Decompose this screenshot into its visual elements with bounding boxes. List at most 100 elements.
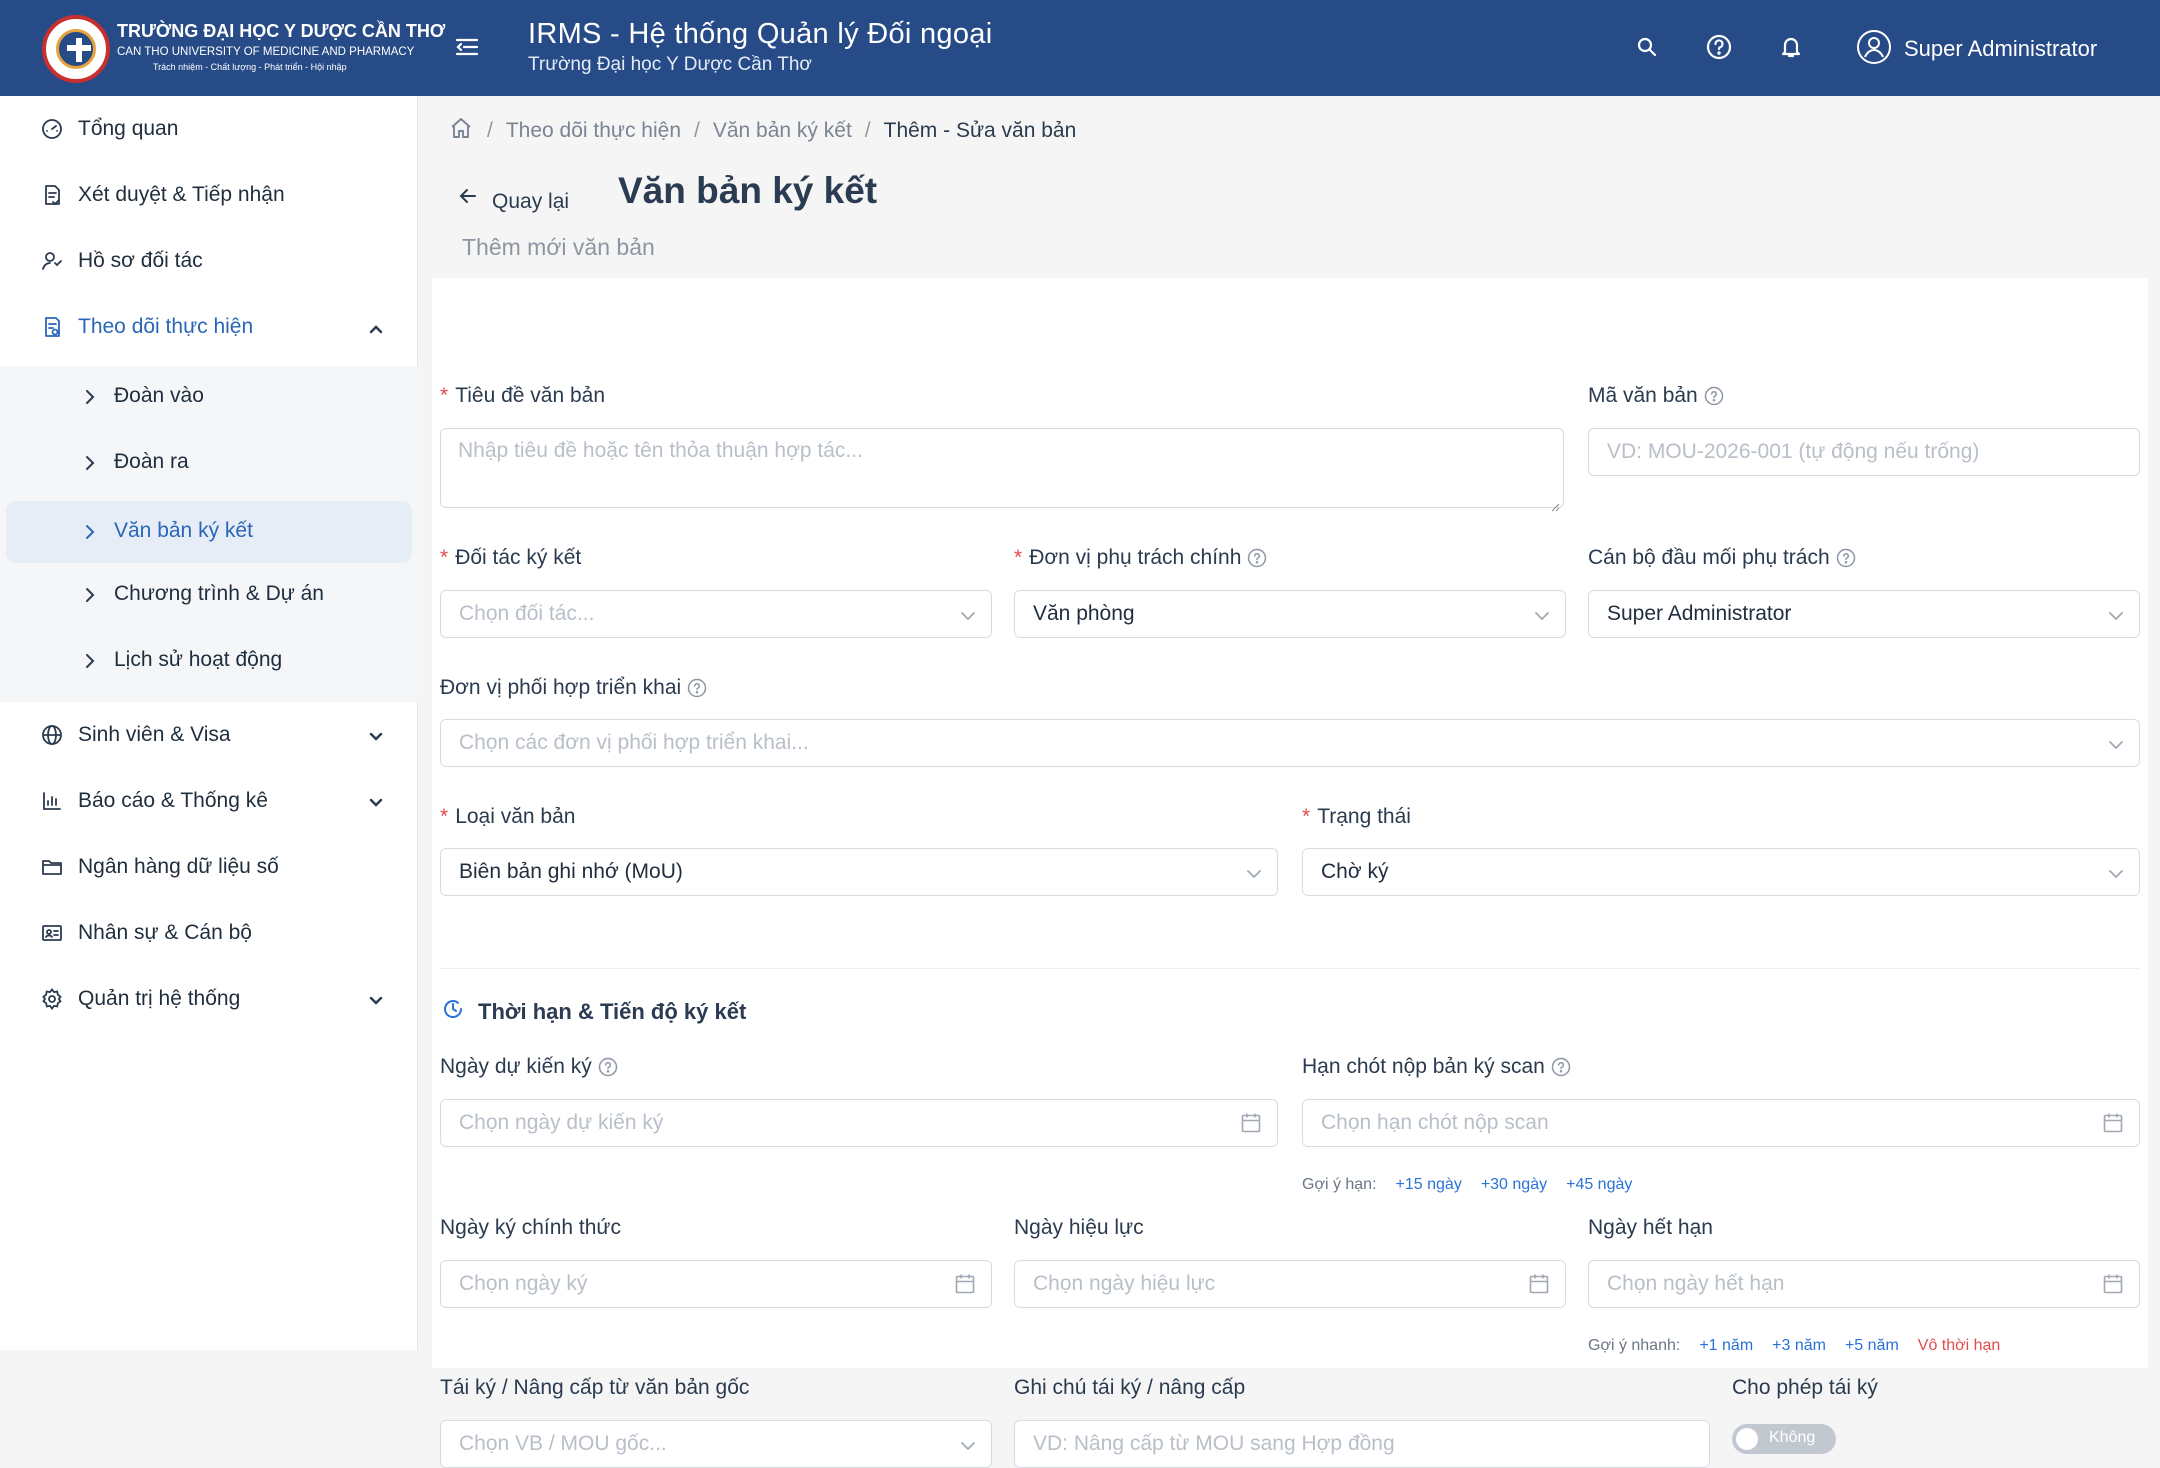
sidebar-subitem-programs[interactable]: Chương trình & Dự án — [6, 564, 412, 626]
chevron-down-icon — [2107, 735, 2125, 751]
hint-chip[interactable]: +30 ngày — [1481, 1176, 1547, 1194]
toggle-label: Không — [1769, 1429, 1816, 1446]
expected-date-label: Ngày dự kiến ký — [440, 1055, 618, 1079]
sign-date-label: Ngày ký chính thức — [440, 1216, 621, 1240]
expected-date-picker[interactable]: Chọn ngày dự kiến ký — [440, 1099, 1278, 1147]
partner-select[interactable]: Chọn đối tác... — [440, 590, 992, 638]
expiry-date-picker[interactable]: Chọn ngày hết hạn — [1588, 1260, 2140, 1308]
doc-type-label: * Loại văn bản — [440, 805, 575, 829]
sidebar-item-review[interactable]: Xét duyệt & Tiếp nhận — [0, 162, 418, 228]
chevron-down-icon — [959, 1436, 977, 1452]
calendar-icon — [1529, 1273, 1549, 1295]
renew-from-label: Tái ký / Nâng cấp từ văn bản gốc — [440, 1376, 749, 1400]
back-button[interactable]: Quay lại — [456, 184, 569, 214]
scan-deadline-hints: Gợi ý hạn: +15 ngày +30 ngày +45 ngày — [1302, 1176, 1632, 1194]
scan-deadline-label-text: Hạn chót nộp bản ký scan — [1302, 1055, 1545, 1078]
hint-chip[interactable]: +1 năm — [1699, 1337, 1753, 1355]
search-icon[interactable] — [1632, 32, 1662, 62]
sidebar-item-label: Theo dõi thực hiện — [78, 315, 254, 338]
breadcrumb-item[interactable]: Văn bản ký kết — [713, 119, 852, 143]
effective-date-placeholder: Chọn ngày hiệu lực — [1033, 1272, 1216, 1295]
sidebar-item-label: Ngân hàng dữ liệu số — [78, 855, 279, 878]
brand-name: TRƯỜNG ĐẠI HỌC Y DƯỢC CẦN THƠ — [117, 21, 446, 41]
clock-icon — [440, 996, 466, 1028]
help-circle-icon[interactable] — [687, 678, 707, 698]
help-circle-icon[interactable] — [598, 1057, 618, 1077]
hint-chip[interactable]: +45 ngày — [1566, 1176, 1632, 1194]
officer-select[interactable]: Super Administrator — [1588, 590, 2140, 638]
code-input[interactable]: VD: MOU-2026-001 (tự động nếu trống) — [1588, 428, 2140, 476]
hint-chip[interactable]: +5 năm — [1845, 1337, 1899, 1355]
unit-value: Văn phòng — [1033, 602, 1135, 625]
doc-type-select[interactable]: Biên bản ghi nhớ (MoU) — [440, 848, 1278, 896]
sidebar-subitem-incoming-delegations[interactable]: Đoàn vào — [6, 366, 412, 428]
renew-from-select[interactable]: Chọn VB / MOU gốc... — [440, 1420, 992, 1468]
menu-toggle-icon[interactable] — [452, 32, 482, 62]
sidebar-item-admin[interactable]: Quản trị hệ thống — [0, 966, 418, 1032]
status-value: Chờ ký — [1321, 860, 1389, 883]
scan-deadline-placeholder: Chọn hạn chót nộp scan — [1321, 1111, 1549, 1134]
officer-label-text: Cán bộ đầu mối phụ trách — [1588, 546, 1830, 569]
coop-units-placeholder: Chọn các đơn vị phối hợp triển khai... — [459, 731, 809, 754]
help-circle-icon[interactable] — [1551, 1057, 1571, 1077]
sidebar-item-overview[interactable]: Tổng quan — [0, 96, 418, 162]
hint-chip[interactable]: +15 ngày — [1396, 1176, 1462, 1194]
brand-name-en: CAN THO UNIVERSITY OF MEDICINE AND PHARM… — [117, 46, 415, 58]
sidebar-subitem-label: Lịch sử hoạt động — [114, 648, 283, 671]
unit-select[interactable]: Văn phòng — [1014, 590, 1566, 638]
effective-date-picker[interactable]: Chọn ngày hiệu lực — [1014, 1260, 1566, 1308]
calendar-icon — [2103, 1273, 2123, 1295]
status-select[interactable]: Chờ ký — [1302, 848, 2140, 896]
hint-chip-unlimited[interactable]: Vô thời hạn — [1918, 1337, 2001, 1355]
hint-label: Gợi ý nhanh: — [1588, 1337, 1681, 1354]
renew-note-label-text: Ghi chú tái ký / nâng cấp — [1014, 1376, 1246, 1399]
sidebar-subitem-agreements[interactable]: Văn bản ký kết — [6, 501, 412, 563]
chevron-down-icon — [2107, 606, 2125, 622]
brand-motto: Trách nhiệm - Chất lượng - Phát triển - … — [153, 62, 347, 72]
sidebar-item-staff[interactable]: Nhân sự & Cán bộ — [0, 900, 418, 966]
sidebar-item-reports[interactable]: Báo cáo & Thống kê — [0, 768, 418, 834]
required-mark: * — [440, 805, 449, 828]
home-icon[interactable] — [448, 115, 474, 147]
officer-label: Cán bộ đầu mối phụ trách — [1588, 546, 1856, 570]
chevron-right-icon — [82, 388, 98, 406]
help-circle-icon[interactable] — [1247, 548, 1267, 568]
allow-renew-toggle[interactable]: Không — [1732, 1424, 1836, 1454]
renew-from-label-text: Tái ký / Nâng cấp từ văn bản gốc — [440, 1376, 750, 1399]
coop-units-select[interactable]: Chọn các đơn vị phối hợp triển khai... — [440, 719, 2140, 767]
renew-note-input[interactable]: VD: Nâng cấp từ MOU sang Hợp đồng — [1014, 1420, 1710, 1468]
user-menu[interactable]: Super Administrator — [1856, 29, 2097, 68]
chevron-up-icon — [366, 319, 386, 335]
section-title-text: Thời hạn & Tiến độ ký kết — [478, 999, 747, 1024]
breadcrumb-item[interactable]: Theo dõi thực hiện — [506, 119, 681, 143]
calendar-icon — [2103, 1112, 2123, 1134]
chevron-right-icon — [82, 652, 98, 670]
sidebar-item-students-visa[interactable]: Sinh viên & Visa — [0, 702, 418, 768]
sign-date-picker[interactable]: Chọn ngày ký — [440, 1260, 992, 1308]
bar-chart-icon — [40, 789, 64, 813]
sidebar-item-tracking[interactable]: Theo dõi thực hiện — [0, 294, 418, 360]
sidebar-item-data-bank[interactable]: Ngân hàng dữ liệu số — [0, 834, 418, 900]
partner-icon — [40, 249, 64, 273]
calendar-icon — [1241, 1112, 1261, 1134]
title-textarea[interactable]: Nhập tiêu đề hoặc tên thỏa thuận hợp tác… — [440, 428, 1564, 512]
resize-handle-icon[interactable] — [1550, 494, 1560, 512]
sidebar-item-partners[interactable]: Hồ sơ đối tác — [0, 228, 418, 294]
renew-note-placeholder: VD: Nâng cấp từ MOU sang Hợp đồng — [1033, 1432, 1395, 1455]
renew-from-placeholder: Chọn VB / MOU gốc... — [459, 1432, 667, 1455]
hint-chip[interactable]: +3 năm — [1772, 1337, 1826, 1355]
dashboard-icon — [40, 117, 64, 141]
help-circle-icon[interactable] — [1704, 386, 1724, 406]
bell-icon[interactable] — [1776, 32, 1806, 62]
unit-label-text: Đơn vị phụ trách chính — [1029, 546, 1242, 569]
breadcrumb-current: Thêm - Sửa văn bản — [883, 119, 1077, 142]
scan-deadline-picker[interactable]: Chọn hạn chót nộp scan — [1302, 1099, 2140, 1147]
app-title: IRMS - Hệ thống Quản lý Đối ngoại — [528, 18, 993, 50]
chevron-down-icon — [366, 793, 386, 809]
sidebar-subitem-outgoing-delegations[interactable]: Đoàn ra — [6, 432, 412, 494]
expiry-date-label-text: Ngày hết hạn — [1588, 1216, 1713, 1239]
help-circle-icon[interactable] — [1836, 548, 1856, 568]
sidebar-subitem-activity-history[interactable]: Lịch sử hoạt động — [6, 630, 412, 692]
chevron-right-icon — [82, 454, 98, 472]
help-icon[interactable] — [1704, 32, 1734, 62]
